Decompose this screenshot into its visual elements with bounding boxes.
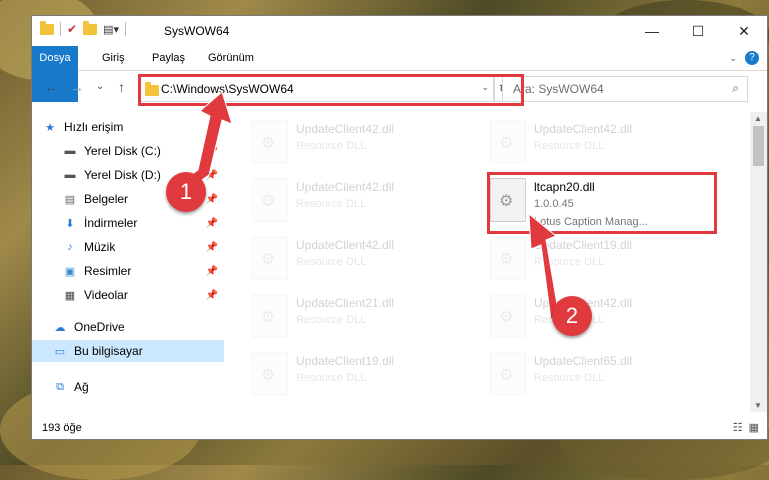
- step-badge-1: 1: [166, 172, 206, 212]
- step-badge-2: 2: [552, 296, 592, 336]
- annotation-arrows: [183, 91, 568, 321]
